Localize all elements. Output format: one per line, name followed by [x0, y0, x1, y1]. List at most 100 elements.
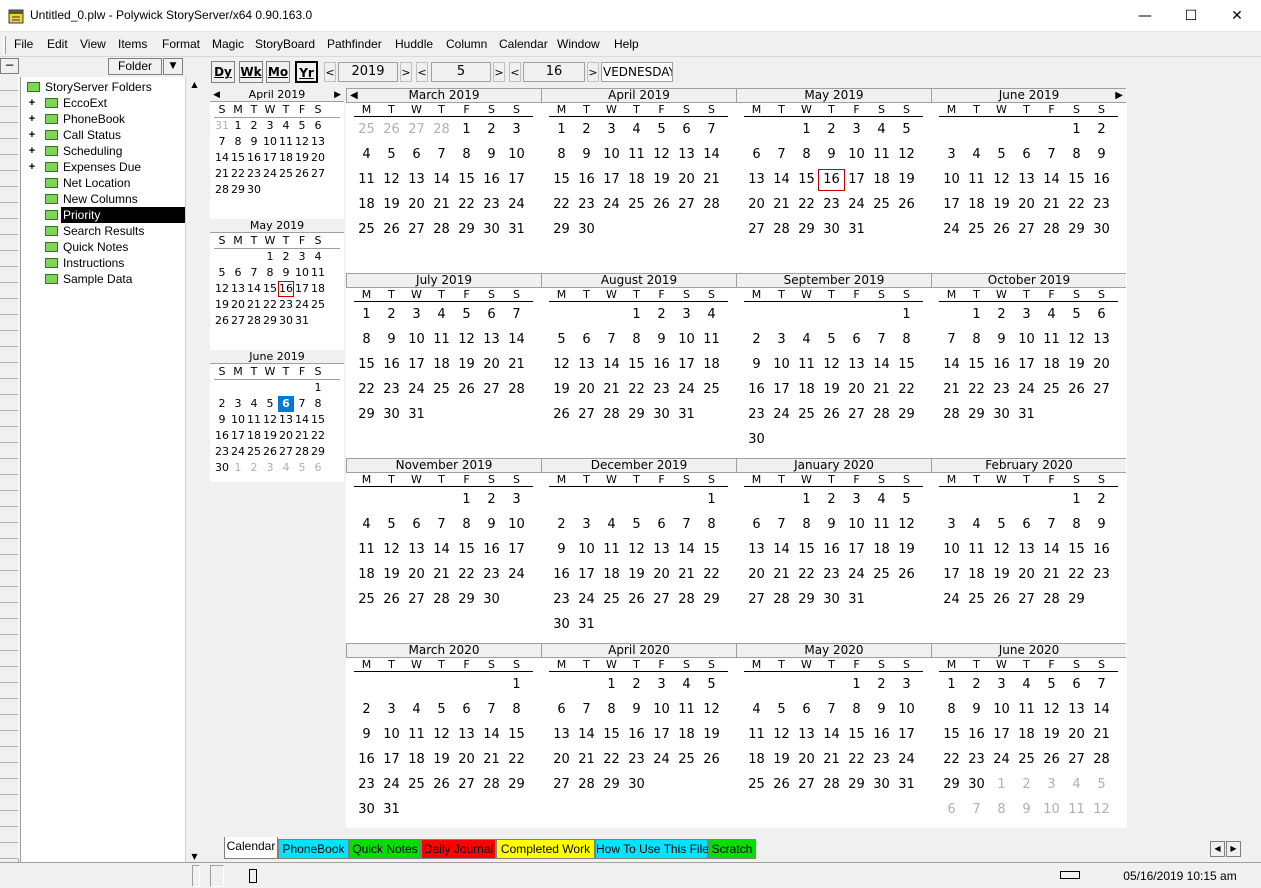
year-day[interactable]: 26 — [379, 590, 404, 610]
mini-day[interactable]: 8 — [230, 134, 246, 150]
mini-day[interactable]: 3 — [230, 396, 246, 412]
year-day[interactable]: 14 — [869, 355, 894, 375]
year-day[interactable]: 25 — [1039, 380, 1064, 400]
year-day[interactable]: 4 — [1064, 775, 1089, 795]
year-day[interactable]: 12 — [989, 540, 1014, 560]
year-day[interactable]: 10 — [574, 540, 599, 560]
menu-pathfinder[interactable]: Pathfinder — [327, 37, 382, 51]
mini-day[interactable]: 4 — [278, 118, 294, 134]
year-day[interactable]: 21 — [869, 380, 894, 400]
mini-day[interactable]: 6 — [310, 460, 326, 476]
year-day[interactable]: 22 — [549, 195, 574, 215]
year-month-title[interactable]: September 2019 — [736, 273, 931, 288]
year-day[interactable]: 22 — [454, 195, 479, 215]
mini-day[interactable]: 28 — [214, 182, 230, 198]
year-day[interactable]: 29 — [454, 220, 479, 240]
year-day[interactable]: 6 — [574, 330, 599, 350]
year-day[interactable]: 1 — [964, 305, 989, 325]
mini-day[interactable]: 1 — [230, 460, 246, 476]
year-day[interactable]: 10 — [894, 700, 919, 720]
mini-day[interactable]: 7 — [294, 396, 310, 412]
year-day[interactable]: 2 — [479, 490, 504, 510]
year-day[interactable]: 18 — [964, 565, 989, 585]
tree-item[interactable]: + EccoExt — [21, 95, 186, 111]
year-day[interactable]: 11 — [674, 700, 699, 720]
year-day[interactable]: 2 — [819, 120, 844, 140]
year-day[interactable]: 28 — [429, 120, 454, 140]
year-day[interactable]: 4 — [699, 305, 724, 325]
year-day[interactable]: 25 — [964, 590, 989, 610]
year-month-title[interactable]: January 2020 — [736, 458, 931, 473]
year-day[interactable]: 3 — [574, 515, 599, 535]
year-day[interactable]: 28 — [674, 590, 699, 610]
year-month-title[interactable]: December 2019 — [541, 458, 736, 473]
year-day[interactable]: 15 — [354, 355, 379, 375]
row-header[interactable] — [0, 299, 19, 315]
year-day[interactable]: 2 — [379, 305, 404, 325]
year-day[interactable]: 2 — [624, 675, 649, 695]
year-day[interactable]: 19 — [989, 565, 1014, 585]
mini-day[interactable]: 21 — [246, 297, 262, 313]
year-day[interactable]: 29 — [624, 405, 649, 425]
year-month-title[interactable]: July 2019 — [346, 273, 541, 288]
year-day[interactable]: 7 — [699, 120, 724, 140]
year-day[interactable]: 22 — [354, 380, 379, 400]
year-day[interactable]: 7 — [1089, 675, 1114, 695]
tab-completed-work[interactable]: Completed Work — [496, 839, 595, 859]
year-day[interactable]: 21 — [504, 355, 529, 375]
year-day[interactable]: 6 — [404, 145, 429, 165]
year-day[interactable]: 11 — [624, 145, 649, 165]
tree-item[interactable]: Instructions — [21, 255, 186, 271]
year-day[interactable]: 6 — [1064, 675, 1089, 695]
year-day[interactable]: 17 — [404, 355, 429, 375]
mini-day[interactable]: 22 — [310, 428, 326, 444]
year-day[interactable]: 21 — [699, 170, 724, 190]
row-header[interactable] — [0, 251, 19, 267]
year-day[interactable]: 15 — [1064, 170, 1089, 190]
row-header[interactable] — [0, 235, 19, 251]
year-day[interactable]: 6 — [404, 515, 429, 535]
year-day[interactable]: 16 — [379, 355, 404, 375]
year-day[interactable]: 14 — [504, 330, 529, 350]
year-day[interactable]: 29 — [354, 405, 379, 425]
year-day[interactable]: 5 — [1039, 675, 1064, 695]
year-day[interactable]: 9 — [354, 725, 379, 745]
year-day[interactable]: 8 — [794, 515, 819, 535]
year-day[interactable]: 20 — [404, 195, 429, 215]
year-day[interactable]: 29 — [1064, 590, 1089, 610]
year-day[interactable]: 7 — [429, 515, 454, 535]
year-day[interactable]: 28 — [1039, 590, 1064, 610]
year-day[interactable]: 8 — [844, 700, 869, 720]
year-day[interactable]: 23 — [379, 380, 404, 400]
year-day[interactable]: 6 — [744, 145, 769, 165]
tree-item[interactable]: StoryServer Folders — [21, 79, 186, 95]
year-day[interactable]: 12 — [1064, 330, 1089, 350]
year-day[interactable]: 23 — [964, 750, 989, 770]
year-day[interactable]: 31 — [844, 220, 869, 240]
mini-day[interactable]: 15 — [310, 412, 326, 428]
year-day[interactable]: 28 — [769, 220, 794, 240]
row-header[interactable] — [0, 171, 19, 187]
year-day[interactable]: 19 — [624, 565, 649, 585]
year-day[interactable]: 13 — [844, 355, 869, 375]
year-day[interactable]: 13 — [479, 330, 504, 350]
year-day[interactable]: 15 — [1064, 540, 1089, 560]
year-day[interactable]: 17 — [894, 725, 919, 745]
year-day[interactable]: 9 — [964, 700, 989, 720]
row-header[interactable] — [0, 203, 19, 219]
year-day[interactable]: 17 — [379, 750, 404, 770]
year-day[interactable]: 10 — [844, 145, 869, 165]
year-day[interactable]: 22 — [1064, 195, 1089, 215]
year-day[interactable]: 17 — [1014, 355, 1039, 375]
year-day[interactable]: 4 — [429, 305, 454, 325]
year-day[interactable]: 11 — [794, 355, 819, 375]
year-day[interactable]: 8 — [624, 330, 649, 350]
year-day[interactable]: 25 — [964, 220, 989, 240]
mini-day[interactable]: 5 — [214, 265, 230, 281]
year-day[interactable]: 9 — [819, 145, 844, 165]
year-view-button[interactable]: Yr — [295, 61, 318, 83]
year-day[interactable]: 27 — [454, 775, 479, 795]
mini-day[interactable]: 6 — [230, 265, 246, 281]
year-day[interactable]: 24 — [1014, 380, 1039, 400]
row-header[interactable] — [0, 763, 19, 779]
